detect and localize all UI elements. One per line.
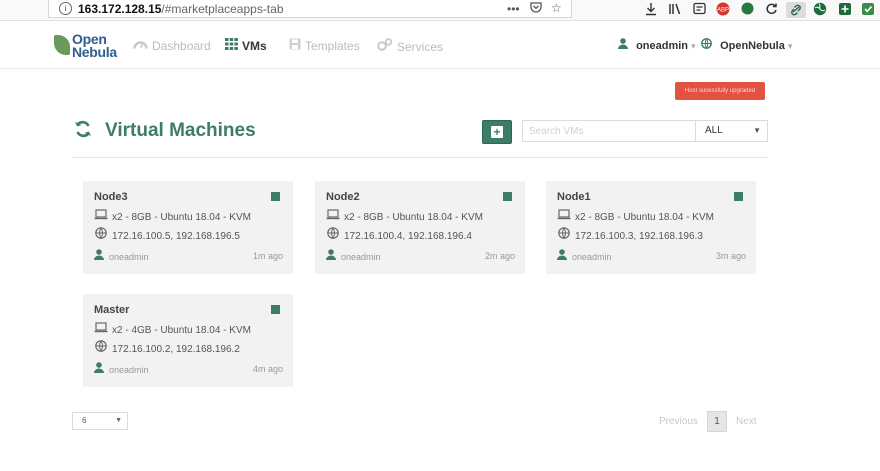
vm-spec: x2 - 8GB - Ubuntu 18.04 - KVM [557,209,714,223]
zone-menu[interactable]: OpenNebula ▾ [701,38,792,52]
user-icon [94,249,104,263]
chevron-down-icon: ▼ [115,417,122,424]
chevron-down-icon: ▾ [787,41,793,51]
globe-icon [94,340,108,355]
create-vm-button[interactable]: + [482,120,512,144]
vm-status-indicator [503,192,512,201]
vm-time: 3m ago [715,251,746,261]
svg-text:ABP: ABP [717,8,729,14]
vm-ips: 172.16.100.5, 192.168.196.5 [94,227,240,242]
vm-name[interactable]: Node3 [94,191,128,203]
vm-card-master[interactable]: Master x2 - 4GB - Ubuntu 18.04 - KVM 172… [83,294,293,387]
vm-name[interactable]: Master [94,304,129,316]
extension-green-icon[interactable] [741,2,754,18]
services-icon [377,38,393,54]
page-size-select[interactable]: 6 ▼ [72,412,128,430]
nav-item-dashboard[interactable]: Dashboard [133,38,211,53]
divider [72,157,768,158]
logo-mark-icon [54,35,70,55]
vm-time: 4m ago [252,364,283,374]
globe-icon [557,227,571,242]
bookmark-star-icon[interactable]: ☆ [551,1,562,15]
link-icon[interactable] [786,2,806,18]
chevron-down-icon: ▾ [691,41,696,51]
nav-item-services[interactable]: Services [377,38,443,54]
info-icon[interactable]: i [59,2,72,15]
next-page-button[interactable]: Next [736,416,757,427]
vm-card-node1[interactable]: Node1 x2 - 8GB - Ubuntu 18.04 - KVM 172.… [546,181,756,274]
dashboard-icon [133,38,148,53]
vm-status-indicator [734,192,743,201]
vm-ips: 172.16.100.2, 192.168.196.2 [94,340,240,355]
templates-icon [289,38,301,53]
url-text[interactable]: 163.172.128.15/#marketplaceapps-tab [78,2,284,16]
notification-toast[interactable]: Host sucessfully upgraded [675,82,765,100]
url-bar[interactable]: i 163.172.128.15/#marketplaceapps-tab ••… [48,0,572,18]
vm-time: 1m ago [252,251,283,261]
vm-card-node2[interactable]: Node2 x2 - 8GB - Ubuntu 18.04 - KVM 172.… [315,181,525,274]
vm-status-indicator [271,305,280,314]
extension-icon[interactable] [861,2,875,18]
previous-page-button[interactable]: Previous [659,416,698,427]
globe-icon [701,38,715,52]
refresh-icon[interactable] [74,120,97,140]
laptop-icon [557,209,571,223]
vm-owner: oneadmin [94,249,149,263]
browser-toolbar: i 163.172.128.15/#marketplaceapps-tab ••… [0,0,880,21]
nav-item-vms[interactable]: VMs [225,38,267,53]
vm-ips: 172.16.100.4, 192.168.196.4 [326,227,472,242]
vm-name[interactable]: Node2 [326,191,360,203]
page-title: Virtual Machines [74,120,256,142]
add-icon[interactable] [838,2,852,18]
reader-icon[interactable] [693,2,706,18]
vm-spec: x2 - 8GB - Ubuntu 18.04 - KVM [94,209,251,223]
vms-icon [225,38,238,53]
vm-ips: 172.16.100.3, 192.168.196.3 [557,227,703,242]
page-actions-icon[interactable]: ••• [507,2,520,16]
chevron-down-icon: ▼ [753,126,761,135]
vm-status-indicator [271,192,280,201]
user-icon [94,362,104,376]
nav-item-templates[interactable]: Templates [289,38,360,53]
page-number-current[interactable]: 1 [707,411,727,432]
vm-card-node3[interactable]: Node3 x2 - 8GB - Ubuntu 18.04 - KVM 172.… [83,181,293,274]
search-input[interactable] [522,120,696,142]
user-menu[interactable]: oneadmin ▾ [618,38,696,52]
vm-time: 2m ago [484,251,515,261]
laptop-icon [94,209,108,223]
user-icon [326,249,336,263]
vm-owner: oneadmin [94,362,149,376]
plus-icon: + [491,126,503,138]
vm-spec: x2 - 8GB - Ubuntu 18.04 - KVM [326,209,483,223]
extension-red-icon[interactable]: ABP [716,2,730,18]
pocket-icon[interactable] [530,2,542,16]
download-icon[interactable] [645,2,657,18]
refresh-icon[interactable] [765,2,778,18]
vm-owner: oneadmin [326,249,381,263]
globe-icon [94,227,108,242]
laptop-icon [94,322,108,336]
filter-select[interactable]: ALL ▼ [696,120,768,142]
globe-icon [326,227,340,242]
laptop-icon [326,209,340,223]
vm-spec: x2 - 4GB - Ubuntu 18.04 - KVM [94,322,251,336]
vm-owner: oneadmin [557,249,612,263]
user-icon [557,249,567,263]
library-icon[interactable] [668,2,682,18]
vm-name[interactable]: Node1 [557,191,591,203]
globe-icon[interactable] [813,2,827,18]
user-icon [618,38,631,52]
top-navigation: Open Nebula Dashboard VMs Templates Servi… [0,21,880,69]
